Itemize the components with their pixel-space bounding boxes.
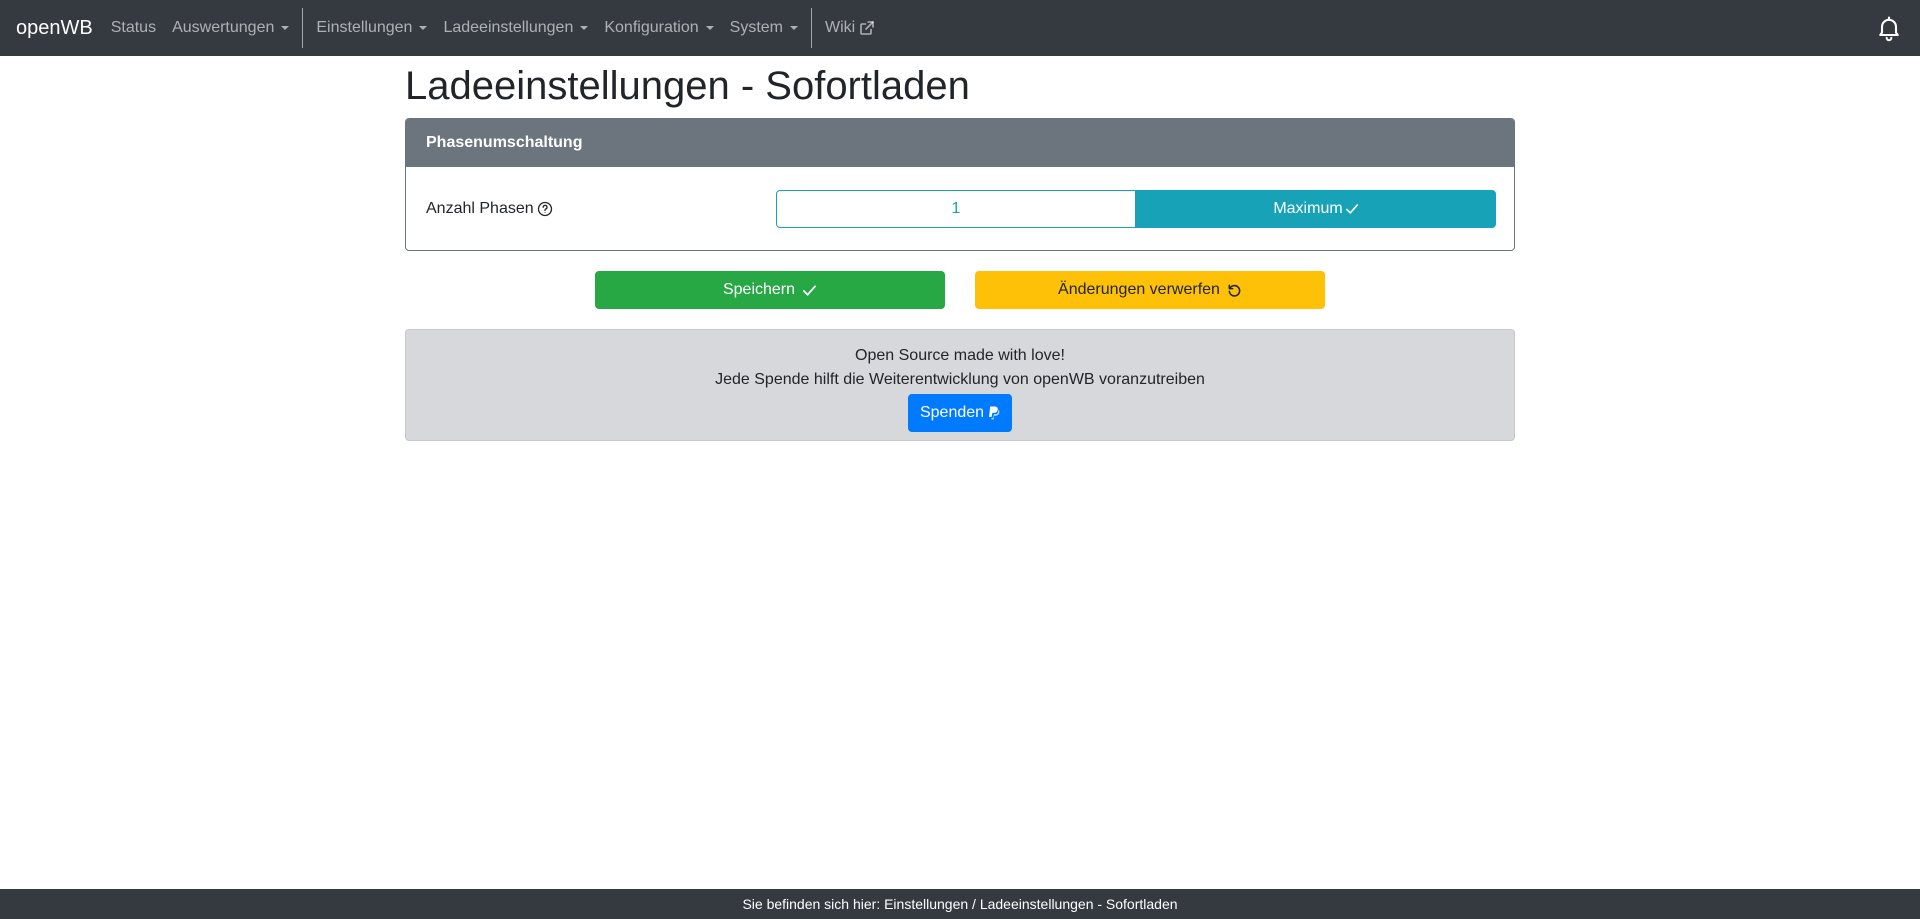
donate-button-label: Spenden (919, 404, 985, 421)
nav-einstellungen-label: Einstellungen (316, 19, 413, 36)
nav-status-label: Status (110, 19, 157, 36)
check-icon (1345, 202, 1359, 216)
phase-option-1[interactable]: 1 (776, 189, 1136, 228)
nav-wiki-label: Wiki (824, 19, 856, 36)
card-body: Anzahl Phasen 1 Maximum (406, 167, 1514, 250)
undo-icon (1227, 283, 1242, 298)
save-button[interactable]: Speichern (595, 271, 945, 309)
save-button-label: Speichern (722, 281, 796, 298)
nav-wiki-link[interactable]: Wiki (817, 0, 883, 56)
nav-ladeeinstellungen-dropdown[interactable]: Ladeeinstellungen (435, 0, 596, 56)
phase-count-toggle: 1 Maximum (776, 189, 1496, 228)
donation-box: Open Source made with love! Jede Spende … (405, 329, 1515, 441)
donate-button[interactable]: Spenden (907, 394, 1013, 432)
phase-count-label-row: Anzahl Phasen (426, 200, 776, 218)
question-circle-icon[interactable] (537, 201, 553, 217)
nav-auswertungen-dropdown[interactable]: Auswertungen (164, 0, 297, 56)
paypal-icon (988, 406, 1000, 420)
donation-text-line1: Open Source made with love! (855, 347, 1065, 364)
phase-option-maximum-label: Maximum (1273, 199, 1343, 217)
top-navbar: openWB Status Auswertungen Einstellungen… (0, 0, 1920, 56)
nav-status[interactable]: Status (103, 0, 164, 56)
nav-auswertungen-label: Auswertungen (172, 19, 275, 36)
nav-konfiguration-label: Konfiguration (604, 19, 699, 36)
brand-logo[interactable]: openWB (16, 17, 93, 40)
phase-switch-card: Phasenumschaltung Anzahl Phasen 1 Maximu (405, 118, 1515, 251)
caret-down-icon (789, 26, 798, 30)
caret-down-icon (705, 26, 714, 30)
discard-changes-button[interactable]: Änderungen verwerfen (975, 271, 1325, 309)
nav-ladeeinstellungen-label: Ladeeinstellungen (443, 19, 574, 36)
bell-icon[interactable] (1874, 13, 1904, 43)
nav-system-dropdown[interactable]: System (722, 0, 806, 56)
card-header: Phasenumschaltung (406, 119, 1514, 167)
phase-count-label: Anzahl Phasen (426, 199, 534, 217)
phase-option-maximum[interactable]: Maximum (1136, 189, 1496, 228)
phase-option-1-label: 1 (951, 199, 961, 217)
nav-divider (302, 8, 304, 48)
caret-down-icon (419, 26, 428, 30)
external-link-icon (859, 20, 875, 36)
main-container: Ladeeinstellungen - Sofortladen Phasenum… (405, 56, 1515, 441)
nav-einstellungen-dropdown[interactable]: Einstellungen (308, 0, 435, 56)
discard-button-label: Änderungen verwerfen (1058, 281, 1220, 298)
nav-system-label: System (729, 19, 783, 36)
caret-down-icon (281, 26, 290, 30)
check-icon (802, 283, 817, 298)
breadcrumb-footer: Sie befinden sich hier: Einstellungen / … (0, 889, 1920, 919)
caret-down-icon (580, 26, 589, 30)
donation-text-line2: Jede Spende hilft die Weiterentwicklung … (715, 371, 1205, 388)
form-actions: Speichern Änderungen verwerfen (405, 271, 1515, 309)
breadcrumb-text: Sie befinden sich hier: Einstellungen / … (742, 896, 1178, 912)
page-title: Ladeeinstellungen - Sofortladen (405, 64, 970, 108)
nav-konfiguration-dropdown[interactable]: Konfiguration (596, 0, 721, 56)
nav-divider (810, 8, 812, 48)
